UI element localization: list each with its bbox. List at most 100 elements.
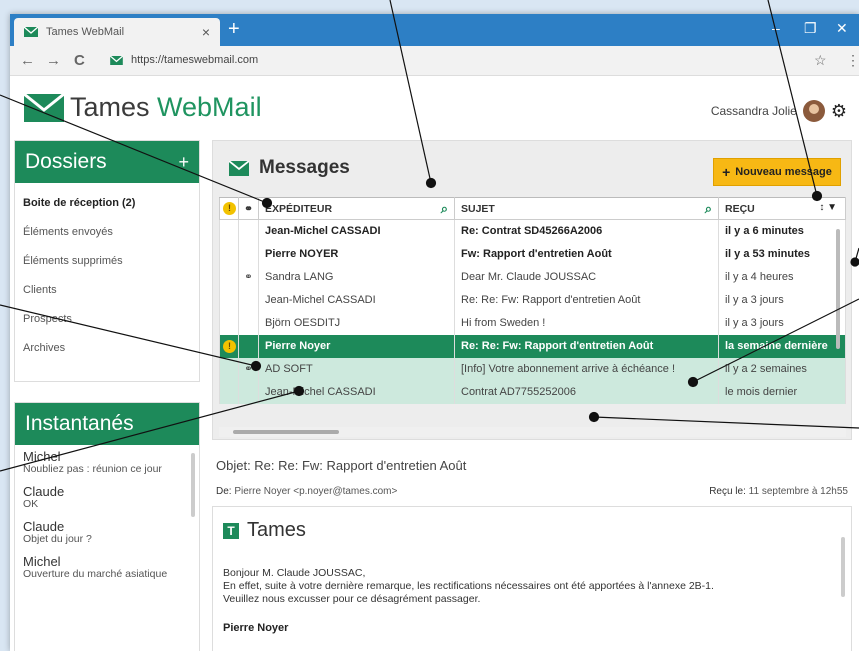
snapshot-name: Claude xyxy=(23,484,65,499)
sender-cell: Pierre Noyer xyxy=(258,334,455,358)
sender-column-header[interactable]: EXPÉDITEUR ⌕ xyxy=(258,197,455,220)
user-menu[interactable]: Cassandra Jolie ⚙ xyxy=(711,100,847,122)
brand-suffix: WebMail xyxy=(157,92,262,122)
envelope-icon xyxy=(110,55,123,65)
envelope-icon xyxy=(229,160,249,176)
warning-cell xyxy=(219,311,239,335)
subject-cell: Re: Re: Fw: Rapport d'entretien Août xyxy=(454,288,719,312)
snapshot-item[interactable]: Claude Objet du jour ? xyxy=(15,515,199,550)
snapshot-text: OK xyxy=(23,498,39,510)
subject-cell: [Info] Votre abonnement arrive à échéanc… xyxy=(454,357,719,381)
sender-cell: Jean-Michel CASSADI xyxy=(258,219,455,243)
preview-scrollbar[interactable] xyxy=(841,537,845,597)
sidebar: Dossiers + Boite de réception (2) Éléments… xyxy=(10,140,206,651)
folder-item[interactable]: Boite de réception (2) xyxy=(15,189,199,218)
preview-received: 11 septembre à 12h55 xyxy=(748,486,848,497)
snapshots-scrollbar[interactable] xyxy=(191,453,195,517)
warning-cell xyxy=(219,380,239,404)
back-button[interactable]: ← xyxy=(20,52,35,69)
tab-bar: Tames WebMail × + – ❐ ✕ xyxy=(10,14,859,46)
restore-button[interactable]: ❐ xyxy=(804,20,817,37)
subject-label: Objet: xyxy=(216,458,255,473)
table-row[interactable]: Björn OESDITJ Hi from Sweden ! il y a 3 jo… xyxy=(219,311,846,335)
attachment-cell: ⚭ xyxy=(238,357,259,381)
snapshot-item[interactable]: Claude OK xyxy=(15,480,199,515)
attachment-cell xyxy=(238,311,259,335)
search-icon[interactable]: ⌕ xyxy=(441,201,448,217)
brand-name: Tames xyxy=(70,92,158,122)
table-row[interactable]: Pierre NOYER Fw: Rapport d'entretien Août… xyxy=(219,242,846,266)
warning-cell: ! xyxy=(219,334,239,358)
browser-menu-icon[interactable]: ⋮ xyxy=(846,52,859,69)
attachment-icon: ⚭ xyxy=(244,271,253,283)
avatar[interactable] xyxy=(802,100,825,122)
received-column-header[interactable]: REÇU ↕ ▼ xyxy=(718,197,846,220)
table-row[interactable]: ! Pierre Noyer Re: Re: Fw: Rapport d'entre… xyxy=(219,334,846,358)
close-window-button[interactable]: ✕ xyxy=(836,20,848,37)
subject-column-header[interactable]: SUJET ⌕ xyxy=(454,197,719,220)
sender-cell: Jean-Michel CASSADI xyxy=(258,288,455,312)
plus-icon: + xyxy=(722,164,731,180)
table-row[interactable]: ⚭ Sandra LANG Dear Mr. Claude JOUSSAC il y … xyxy=(219,265,846,289)
app-header: Tames WebMail Cassandra Jolie ⚙ xyxy=(10,76,859,140)
preview-body: T Tames Bonjour M. Claude JOUSSAC, En eff… xyxy=(212,506,852,651)
main-area: Messages + Nouveau message ! ⚭ EXPÉDITEUR… xyxy=(212,140,852,651)
reload-button[interactable]: C xyxy=(74,52,85,69)
tames-logo-text: Tames xyxy=(247,519,306,541)
sender-cell: Jean-Michel CASSADI xyxy=(258,380,455,404)
sender-cell: Sandra LANG xyxy=(258,265,455,289)
bookmark-star-icon[interactable]: ☆ xyxy=(814,52,827,69)
new-message-button[interactable]: + Nouveau message xyxy=(713,158,841,186)
body-line-1: En effet, suite à votre dernière remarqu… xyxy=(223,580,714,592)
browser-window: Tames WebMail × + – ❐ ✕ ← → C https://ta… xyxy=(10,14,859,651)
attachment-cell xyxy=(238,288,259,312)
attachment-cell xyxy=(238,380,259,404)
url-field[interactable]: https://tameswebmail.com xyxy=(110,54,258,66)
subject-cell: Dear Mr. Claude JOUSSAC xyxy=(454,265,719,289)
snapshot-name: Michel xyxy=(23,554,61,569)
received-cell: il y a 4 heures xyxy=(718,265,846,289)
warning-cell xyxy=(219,242,239,266)
snapshot-name: Michel xyxy=(23,449,61,464)
folder-item[interactable]: Archives xyxy=(15,334,199,363)
table-horizontal-scrollbar[interactable] xyxy=(219,427,846,437)
new-tab-button[interactable]: + xyxy=(228,18,240,40)
messages-panel: Messages + Nouveau message ! ⚭ EXPÉDITEUR… xyxy=(212,140,852,440)
preview-from[interactable]: Pierre Noyer <p.noyer@tames.com> xyxy=(234,486,397,497)
table-row[interactable]: Jean-Michel CASSADI Re: Re: Fw: Rapport d… xyxy=(219,288,846,312)
sort-icon[interactable]: ↕ ▼ xyxy=(819,202,837,213)
attachment-cell xyxy=(238,242,259,266)
sender-cell: AD SOFT xyxy=(258,357,455,381)
add-folder-button[interactable]: + xyxy=(178,152,189,173)
table-row[interactable]: Jean-Michel CASSADI Re: Contrat SD45266A2… xyxy=(219,219,846,243)
subject-cell: Hi from Sweden ! xyxy=(454,311,719,335)
attachment-cell xyxy=(238,334,259,358)
attachment-column-header[interactable]: ⚭ xyxy=(238,197,259,220)
snapshot-text: Ouverture du marché asiatique xyxy=(23,568,168,580)
gear-icon[interactable]: ⚙ xyxy=(831,101,847,122)
forward-button[interactable]: → xyxy=(46,52,61,69)
envelope-icon xyxy=(24,27,38,37)
table-row[interactable]: Jean-Michel CASSADI Contrat AD7755252006 l… xyxy=(219,380,846,404)
user-name: Cassandra Jolie xyxy=(710,104,797,118)
table-row[interactable]: ⚭ AD SOFT [Info] Votre abonnement arrive à… xyxy=(219,357,846,381)
snapshot-item[interactable]: Michel Noubliez pas : réunion ce jour xyxy=(15,445,199,480)
folder-item[interactable]: Éléments supprimés xyxy=(15,247,199,276)
folders-panel: Dossiers + Boite de réception (2) Éléments… xyxy=(14,140,200,382)
search-icon[interactable]: ⌕ xyxy=(705,201,712,217)
tab-close-icon[interactable]: × xyxy=(202,24,210,40)
folders-title: Dossiers xyxy=(25,150,107,173)
warning-icon: ! xyxy=(223,339,236,353)
minimize-button[interactable]: – xyxy=(772,20,780,36)
warning-column-header[interactable]: ! xyxy=(219,197,239,220)
received-cell: il y a 2 semaines xyxy=(718,357,846,381)
address-bar: ← → C https://tameswebmail.com ☆ ⋮ xyxy=(10,46,859,76)
folder-item[interactable]: Prospects xyxy=(15,305,199,334)
folder-item[interactable]: Éléments envoyés xyxy=(15,218,199,247)
sender-cell: Pierre NOYER xyxy=(258,242,455,266)
snapshot-item[interactable]: Michel Ouverture du marché asiatique xyxy=(15,550,199,585)
browser-tab[interactable]: Tames WebMail × xyxy=(14,18,220,46)
table-vertical-scrollbar[interactable] xyxy=(832,221,844,421)
folder-item[interactable]: Clients xyxy=(15,276,199,305)
subject-cell: Contrat AD7755252006 xyxy=(454,380,719,404)
